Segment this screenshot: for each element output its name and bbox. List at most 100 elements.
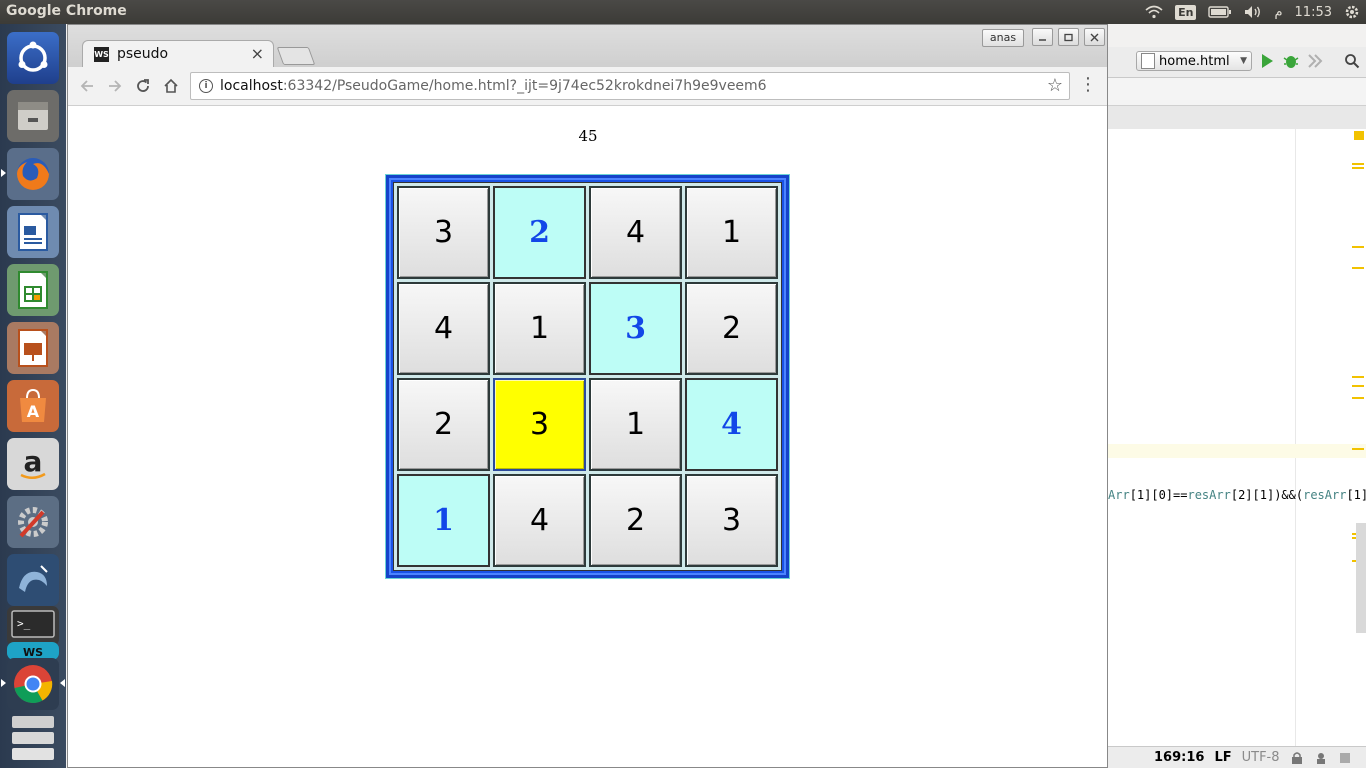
coverage-icon[interactable] (1306, 52, 1324, 70)
top-panel: Google Chrome En م 11:53 (0, 0, 1366, 24)
right-margin-guide (1295, 129, 1296, 746)
error-stripe-marker[interactable] (1352, 397, 1364, 399)
grid-cell-r3c1[interactable]: 2 (397, 378, 490, 471)
error-stripe-marker[interactable] (1352, 448, 1364, 450)
running-indicator (1, 169, 6, 177)
code-token: [1][0]== (1129, 488, 1188, 502)
reload-button[interactable] (132, 75, 154, 97)
grid-cell-r3c4: 4 (685, 378, 778, 471)
tab-title: pseudo (117, 46, 169, 62)
svg-text:a: a (24, 445, 43, 478)
score-display: 45 (578, 127, 598, 145)
close-tab-icon[interactable]: × (251, 44, 264, 63)
terminal-icon[interactable]: >_ (7, 606, 59, 646)
code-token: [1][ (1346, 488, 1366, 502)
code-token: Arr (1108, 488, 1130, 502)
minimize-button[interactable] (1032, 28, 1053, 46)
grid-cell-r3c2[interactable]: 3 (493, 378, 586, 471)
grid-cell-r1c3[interactable]: 4 (589, 186, 682, 279)
battery-icon[interactable] (1208, 6, 1232, 18)
code-editor[interactable] (1108, 129, 1366, 746)
sudoku-grid: 3241413223141423 (393, 182, 782, 571)
event-log-icon[interactable] (1338, 751, 1352, 765)
profile-button[interactable]: anas (982, 29, 1024, 47)
browser-titlebar: WS pseudo × anas (68, 25, 1107, 68)
calc-icon[interactable] (7, 264, 59, 316)
sudoku-board-frame: 3241413223141423 (389, 178, 786, 575)
error-stripe-marker[interactable] (1352, 267, 1364, 269)
file-encoding[interactable]: UTF-8 (1242, 750, 1280, 765)
inspector-icon[interactable] (1314, 751, 1328, 765)
impress-icon[interactable] (7, 322, 59, 374)
svg-text:WS: WS (23, 646, 43, 658)
run-config-select[interactable]: home.html ▼ (1136, 51, 1252, 71)
error-stripe-marker[interactable] (1352, 385, 1364, 387)
home-button[interactable] (160, 75, 182, 97)
running-indicator (1, 679, 6, 687)
grid-cell-r1c1[interactable]: 3 (397, 186, 490, 279)
info-icon[interactable]: i (199, 79, 213, 93)
debug-icon[interactable] (1282, 52, 1300, 70)
grid-cell-r4c3[interactable]: 2 (589, 474, 682, 567)
line-separator[interactable]: LF (1214, 750, 1231, 765)
grid-cell-r1c2: 2 (493, 186, 586, 279)
url-path: :63342/PseudoGame/home.html?_ijt=9j74ec5… (282, 78, 767, 94)
forward-button[interactable] (104, 75, 126, 97)
software-center-icon[interactable]: A (7, 380, 59, 432)
launcher: A a >_ WS (0, 24, 66, 768)
grid-cell-r4c4[interactable]: 3 (685, 474, 778, 567)
minimize-icon (1039, 38, 1046, 41)
code-line[interactable]: Arr[1][0]==resArr[2][1])&&(resArr[1][ (1108, 488, 1366, 502)
search-icon[interactable] (1344, 53, 1360, 69)
address-bar[interactable]: i localhost:63342/PseudoGame/home.html?_… (190, 72, 1070, 100)
grid-cell-r2c4[interactable]: 2 (685, 282, 778, 375)
error-stripe-marker[interactable] (1352, 376, 1364, 378)
svg-text:>_: >_ (17, 617, 31, 630)
favicon-icon: WS (94, 47, 109, 62)
cursor-position[interactable]: 169:16 (1154, 750, 1204, 765)
grid-cell-r1c4[interactable]: 1 (685, 186, 778, 279)
grid-cell-r3c3[interactable]: 1 (589, 378, 682, 471)
back-button[interactable] (76, 75, 98, 97)
workspaces-icon[interactable] (7, 712, 59, 766)
error-stripe-marker[interactable] (1352, 167, 1364, 169)
error-stripe-marker[interactable] (1352, 246, 1364, 248)
code-token: resArr (1303, 488, 1347, 502)
clock[interactable]: 11:53 (1295, 5, 1332, 20)
run-icon[interactable] (1260, 53, 1274, 69)
bookmark-star-icon[interactable]: ☆ (1047, 75, 1063, 96)
grid-cell-r4c2[interactable]: 4 (493, 474, 586, 567)
wifi-icon[interactable] (1145, 5, 1163, 19)
editor-scrollbar[interactable] (1356, 523, 1366, 633)
arrow-left-icon (80, 80, 93, 92)
grid-cell-r2c2[interactable]: 1 (493, 282, 586, 375)
browser-tab[interactable]: WS pseudo × (82, 40, 274, 68)
url-text[interactable]: localhost:63342/PseudoGame/home.html?_ij… (220, 78, 767, 94)
grid-cell-r4c1: 1 (397, 474, 490, 567)
firefox-icon[interactable] (7, 148, 59, 200)
ide-toolbar: home.html ▼ (1108, 47, 1366, 78)
current-line-highlight (1108, 444, 1366, 458)
grid-cell-r2c1[interactable]: 4 (397, 282, 490, 375)
code-token: resArr (1187, 488, 1231, 502)
volume-icon[interactable] (1244, 5, 1262, 19)
amazon-icon[interactable]: a (7, 438, 59, 490)
system-settings-icon[interactable] (7, 496, 59, 548)
error-stripe-marker[interactable] (1352, 163, 1364, 165)
ide-editor-tabs (1108, 105, 1366, 129)
arrow-right-icon (109, 80, 122, 92)
ubuntu-dash-icon[interactable] (7, 32, 59, 84)
lock-icon[interactable] (1290, 751, 1304, 765)
writer-icon[interactable] (7, 206, 59, 258)
mysql-workbench-icon[interactable] (7, 554, 59, 606)
close-window-button[interactable] (1084, 28, 1105, 46)
maximize-button[interactable] (1058, 28, 1079, 46)
gear-icon[interactable] (1344, 4, 1360, 20)
files-icon[interactable] (7, 90, 59, 142)
error-stripe-marker[interactable] (1354, 131, 1364, 140)
chrome-icon[interactable] (7, 658, 59, 710)
browser-menu-button[interactable]: ⋮ (1078, 76, 1098, 96)
reload-icon (137, 79, 149, 92)
keyboard-layout-indicator[interactable]: En (1175, 4, 1197, 20)
new-tab-button[interactable] (276, 47, 316, 65)
